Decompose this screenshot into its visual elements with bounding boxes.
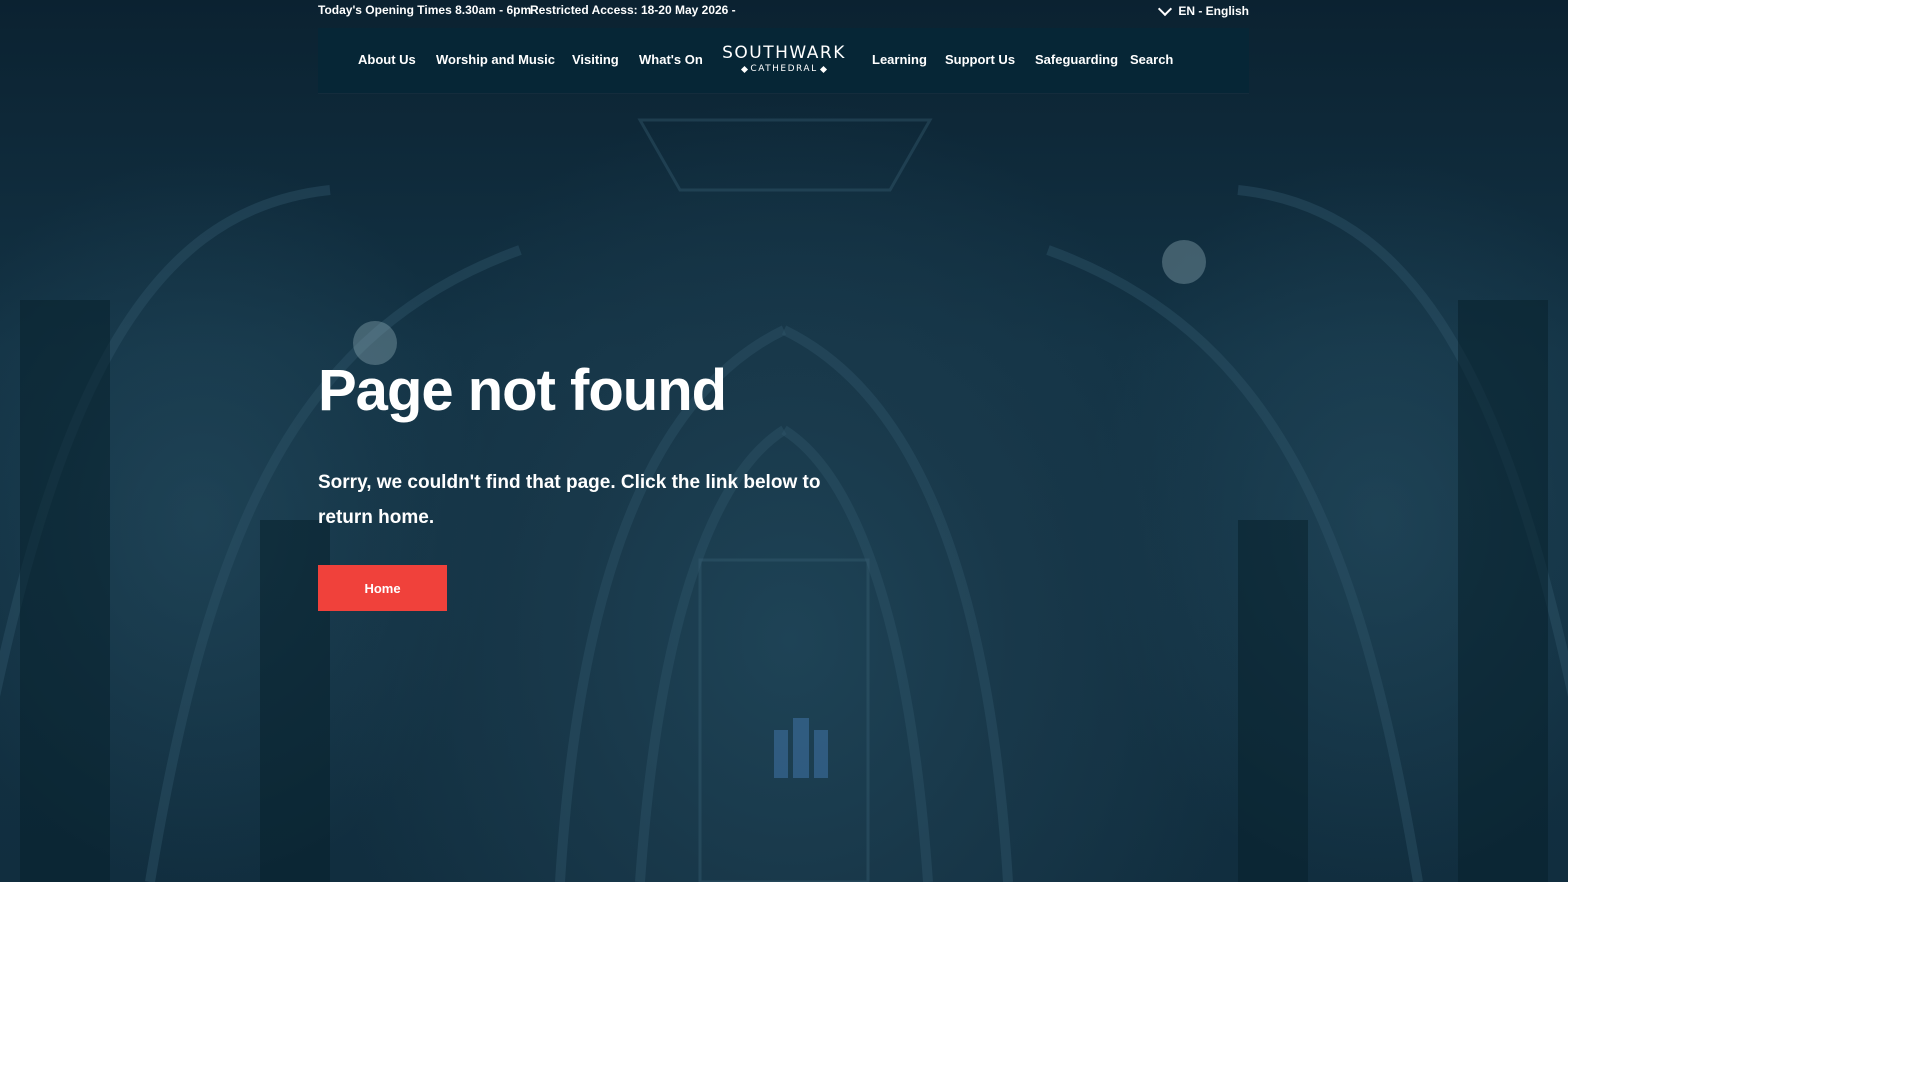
diamond-icon [819, 65, 827, 73]
not-found-content: Page not found Sorry, we couldn't find t… [318, 355, 878, 611]
southwark-cathedral-logo[interactable]: SOUTHWARK CATHEDRAL [718, 43, 850, 75]
nav-item-search[interactable]: Search [1130, 52, 1173, 67]
restricted-access-notice[interactable]: Restricted Access: 18-20 May 2026 - [530, 0, 736, 20]
language-label: EN - English [1178, 4, 1249, 18]
opening-times: Today's Opening Times 8.30am - 6pm [318, 3, 532, 17]
nav-item-support-us[interactable]: Support Us [945, 52, 1015, 67]
chevron-down-icon [1158, 1, 1173, 16]
logo-wordmark-bottom: CATHEDRAL [718, 63, 850, 75]
home-button[interactable]: Home [318, 565, 447, 611]
language-selector[interactable]: EN - English [1158, 1, 1249, 21]
utility-bar: Today's Opening Times 8.30am - 6pm Restr… [318, 0, 1249, 22]
nav-item-safeguarding[interactable]: Safeguarding [1035, 52, 1118, 67]
diamond-icon [741, 65, 749, 73]
nav-item-worship-and-music[interactable]: Worship and Music [436, 52, 555, 67]
page: Today's Opening Times 8.30am - 6pm Restr… [0, 0, 1568, 882]
nav-item-learning[interactable]: Learning [872, 52, 927, 67]
logo-wordmark-top: SOUTHWARK [722, 43, 846, 63]
main-navigation: About Us Worship and Music Visiting What… [318, 28, 1249, 93]
nav-item-visiting[interactable]: Visiting [572, 52, 619, 67]
logo-wordmark-bottom-text: CATHEDRAL [750, 64, 818, 74]
nav-item-whats-on[interactable]: What's On [639, 52, 703, 67]
page-title: Page not found [318, 358, 727, 423]
nav-item-about-us[interactable]: About Us [358, 52, 416, 67]
page-description: Sorry, we couldn't find that page. Click… [318, 472, 821, 528]
